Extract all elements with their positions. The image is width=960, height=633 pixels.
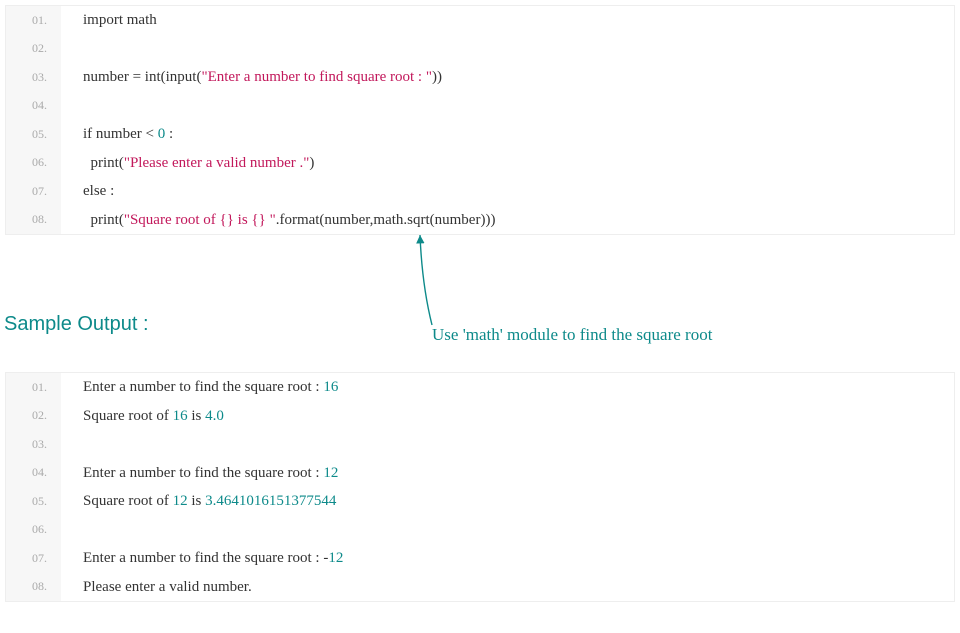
line-number: 06.	[6, 516, 61, 545]
token: is	[188, 493, 206, 509]
line-number: 04.	[6, 92, 61, 121]
line-number: 06.	[6, 149, 61, 178]
line-content: import math	[61, 6, 157, 35]
token: 3.4641016151377544	[205, 493, 336, 509]
line-number: 04.	[6, 459, 61, 488]
line-content: number = int(input("Enter a number to fi…	[61, 63, 442, 92]
code-line: 04.	[6, 92, 954, 121]
token: )	[309, 155, 314, 171]
token: 12	[328, 550, 343, 566]
line-content	[61, 516, 87, 545]
code-line: 05.Square root of 12 is 3.46410161513775…	[6, 487, 954, 516]
token: number = int(input(	[83, 69, 201, 85]
token: if number <	[83, 126, 158, 142]
line-number: 07.	[6, 544, 61, 573]
code-line: 01.Enter a number to find the square roo…	[6, 373, 954, 402]
token: "Enter a number to find square root : "	[201, 69, 432, 85]
token: print(	[83, 155, 124, 171]
token: Please enter a valid number.	[83, 579, 252, 595]
line-content	[61, 35, 87, 64]
token: 16	[323, 379, 338, 395]
token: "Square root of {} is {} "	[124, 212, 276, 228]
code-line: 03.	[6, 430, 954, 459]
code-line: 04.Enter a number to find the square roo…	[6, 459, 954, 488]
code-line: 02.	[6, 35, 954, 64]
line-number: 08.	[6, 206, 61, 235]
code-line: 08. print("Square root of {} is {} ".for…	[6, 206, 954, 235]
line-content: print("Square root of {} is {} ".format(…	[61, 206, 495, 235]
line-number: 08.	[6, 573, 61, 602]
code-line: 01. import math	[6, 6, 954, 35]
line-content	[61, 92, 87, 121]
token: Enter a number to find the square root :…	[83, 550, 328, 566]
code-line: 07. else :	[6, 177, 954, 206]
line-content: Enter a number to find the square root :…	[61, 373, 338, 402]
line-number: 03.	[6, 430, 61, 459]
line-number: 05.	[6, 487, 61, 516]
line-content	[61, 430, 87, 459]
token: :	[165, 126, 173, 142]
token: Enter a number to find the square root :	[83, 465, 323, 481]
line-number: 01.	[6, 6, 61, 35]
token: Square root of	[83, 408, 173, 424]
line-content: Square root of 16 is 4.0	[61, 402, 224, 431]
token: print(	[83, 212, 124, 228]
line-content: else :	[61, 177, 114, 206]
code-line: 06. print("Please enter a valid number .…	[6, 149, 954, 178]
line-content: Square root of 12 is 3.4641016151377544	[61, 487, 336, 516]
token: 16	[173, 408, 188, 424]
code-line: 02.Square root of 16 is 4.0	[6, 402, 954, 431]
token: ))	[432, 69, 442, 85]
token: Square root of	[83, 493, 173, 509]
annotation-text: Use 'math' module to find the square roo…	[432, 325, 712, 345]
line-number: 01.	[6, 373, 61, 402]
code-block: 01.import math02. 03.number = int(input(…	[5, 5, 955, 235]
code-line: 05.if number < 0 :	[6, 120, 954, 149]
token: is	[188, 408, 206, 424]
token: 12	[173, 493, 188, 509]
line-content: if number < 0 :	[61, 120, 173, 149]
code-line: 07. Enter a number to find the square roo…	[6, 544, 954, 573]
output-block: 01.Enter a number to find the square roo…	[5, 372, 955, 602]
line-content: Enter a number to find the square root :…	[61, 544, 343, 573]
token: else :	[83, 183, 114, 199]
line-number: 02.	[6, 35, 61, 64]
token: .format(number,math.sqrt(number)))	[276, 212, 496, 228]
line-content: Enter a number to find the square root :…	[61, 459, 338, 488]
token: Enter a number to find the square root :	[83, 379, 323, 395]
token: "Please enter a valid number ."	[124, 155, 310, 171]
line-content: Please enter a valid number.	[61, 573, 252, 602]
token: import math	[83, 12, 157, 28]
code-line: 06.	[6, 516, 954, 545]
line-number: 07.	[6, 177, 61, 206]
token: 4.0	[205, 408, 224, 424]
code-line: 08. Please enter a valid number.	[6, 573, 954, 602]
line-number: 05.	[6, 120, 61, 149]
line-content: print("Please enter a valid number .")	[61, 149, 314, 178]
token: 12	[323, 465, 338, 481]
code-line: 03.number = int(input("Enter a number to…	[6, 63, 954, 92]
line-number: 03.	[6, 63, 61, 92]
line-number: 02.	[6, 402, 61, 431]
